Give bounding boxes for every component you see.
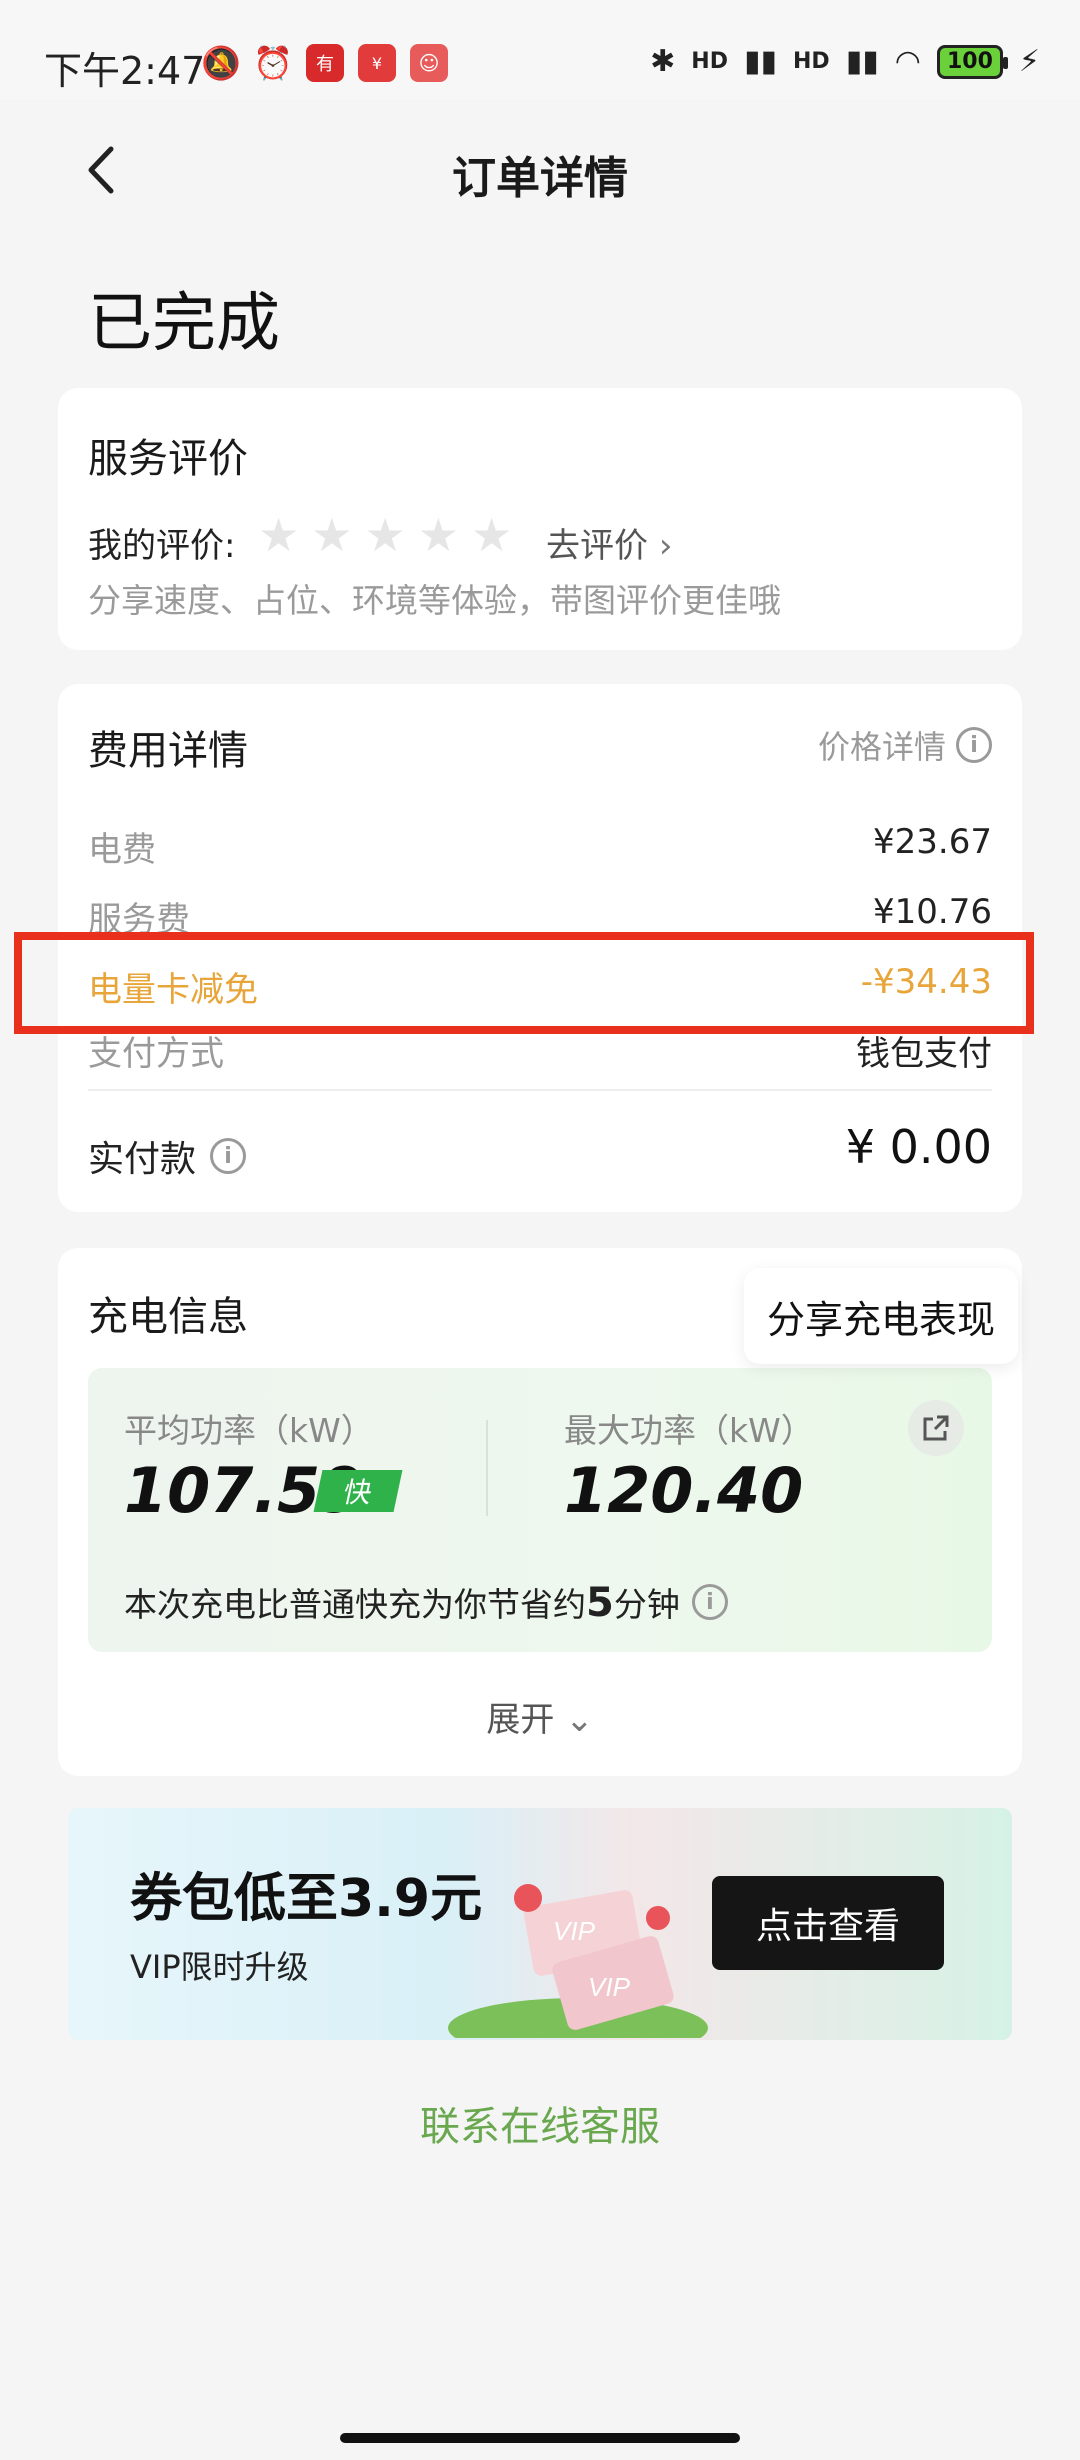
share-tooltip[interactable]: 分享充电表现 [744, 1268, 1018, 1364]
promo-art-text: VIP [588, 1972, 631, 2002]
max-power-label: 最大功率（kW） [564, 1411, 814, 1450]
max-power-value: 120.40 [564, 1454, 804, 1527]
app-notification-icon: 有 [306, 44, 344, 82]
info-icon: i [956, 727, 992, 763]
fee-title: 费用详情 [88, 728, 248, 774]
fee-row-label: 电费 [88, 830, 156, 870]
price-detail-label: 价格详情 [817, 728, 946, 766]
divider [486, 1420, 488, 1516]
mute-icon: 🔕 [201, 44, 241, 82]
order-detail-page: 下午2:47 🔕 ⏰ 有 ¥ ☺ ✱ HD ▮▮ HD ▮▮ ◠ 100 ⚡ 订… [0, 0, 1080, 2460]
status-bar: 下午2:47 🔕 ⏰ 有 ¥ ☺ ✱ HD ▮▮ HD ▮▮ ◠ 100 ⚡ [0, 0, 1080, 100]
my-rating-label: 我的评价: [88, 526, 236, 566]
bluetooth-icon: ✱ [650, 44, 676, 79]
rating-card: 服务评价 我的评价: ★ ★ ★ ★ ★ 去评价 › 分享速度、占位、环境等体验… [58, 388, 1022, 650]
charging-bolt-icon: ⚡ [1018, 44, 1040, 79]
time-saved-text: 本次充电比普通快充为你节省约5分钟 i [124, 1578, 728, 1626]
promo-title: 券包低至3.9元 [130, 1869, 483, 1929]
app-notification-icon: ☺ [410, 44, 448, 82]
expand-button[interactable]: 展开 ⌄ [58, 1692, 1022, 1741]
star-icon[interactable]: ★ [365, 512, 406, 558]
rating-hint: 分享速度、占位、环境等体验，带图评价更佳哦 [88, 581, 781, 620]
price-detail-link[interactable]: 价格详情 i [818, 722, 992, 768]
signal-icon: HD [793, 49, 830, 74]
avg-power-label: 平均功率（kW） [124, 1411, 374, 1450]
star-icon[interactable]: ★ [311, 512, 352, 558]
star-icon[interactable]: ★ [471, 512, 512, 558]
battery-icon: 100 [936, 44, 1008, 79]
signal-icon: HD [691, 49, 728, 74]
fast-charge-badge: 快 [313, 1470, 403, 1512]
chevron-right-icon: › [658, 526, 673, 566]
star-icon[interactable]: ★ [418, 512, 459, 558]
status-system-icons: ✱ HD ▮▮ HD ▮▮ ◠ 100 ⚡ [650, 44, 1040, 79]
go-rate-link[interactable]: 去评价 › [546, 518, 672, 567]
status-notification-icons: 🔕 ⏰ 有 ¥ ☺ [201, 44, 448, 82]
star-icon[interactable]: ★ [258, 512, 299, 558]
fee-row-electricity: 电费 ¥23.67 [88, 822, 992, 871]
promo-subtitle: VIP限时升级 [130, 1948, 309, 1986]
rating-title: 服务评价 [88, 436, 248, 482]
order-status: 已完成 [88, 287, 280, 361]
contact-support-link[interactable]: 联系在线客服 [0, 2094, 1080, 2152]
time-saved-suffix: 分钟 [613, 1585, 680, 1624]
vip-promo-banner[interactable]: 券包低至3.9元 VIP限时升级 VIP VIP 点击查看 [68, 1808, 1012, 2040]
info-icon[interactable]: i [210, 1138, 247, 1174]
paid-label-text: 实付款 [88, 1139, 197, 1180]
time-saved-minutes: 5 [586, 1580, 614, 1626]
nav-header: 订单详情 [0, 100, 1080, 240]
divider [88, 1089, 992, 1091]
view-promo-button[interactable]: 点击查看 [712, 1876, 944, 1970]
paid-label: 实付款 i [88, 1130, 247, 1182]
wifi-icon: ◠ [894, 44, 921, 79]
rating-stars[interactable]: ★ ★ ★ ★ ★ [258, 512, 512, 558]
share-button[interactable] [908, 1400, 964, 1456]
chevron-down-icon: ⌄ [565, 1700, 594, 1740]
status-time: 下午2:47 [44, 49, 206, 93]
expand-label: 展开 [486, 1700, 555, 1740]
highlight-box [14, 932, 1034, 1034]
signal-bars-icon: ▮▮ [845, 44, 879, 79]
info-icon[interactable]: i [691, 1584, 728, 1620]
home-indicator[interactable] [340, 2433, 740, 2443]
page-title: 订单详情 [452, 153, 628, 204]
promo-illustration: VIP VIP [448, 1884, 708, 2038]
app-notification-icon: ¥ [358, 44, 396, 82]
promo-art-text: VIP [553, 1916, 596, 1946]
go-rate-label: 去评价 [546, 526, 648, 566]
time-saved-prefix: 本次充电比普通快充为你节省约 [124, 1585, 586, 1624]
paid-amount: ¥ 0.00 [845, 1120, 992, 1174]
charging-title: 充电信息 [88, 1294, 248, 1340]
share-icon [923, 1415, 949, 1441]
signal-bars-icon: ▮▮ [743, 44, 778, 79]
fee-row-value: ¥23.67 [873, 822, 992, 862]
charging-stats-panel: 平均功率（kW） 107.59 快 最大功率（kW） 120.40 本次充电比普… [88, 1368, 992, 1652]
alarm-icon: ⏰ [253, 44, 293, 82]
